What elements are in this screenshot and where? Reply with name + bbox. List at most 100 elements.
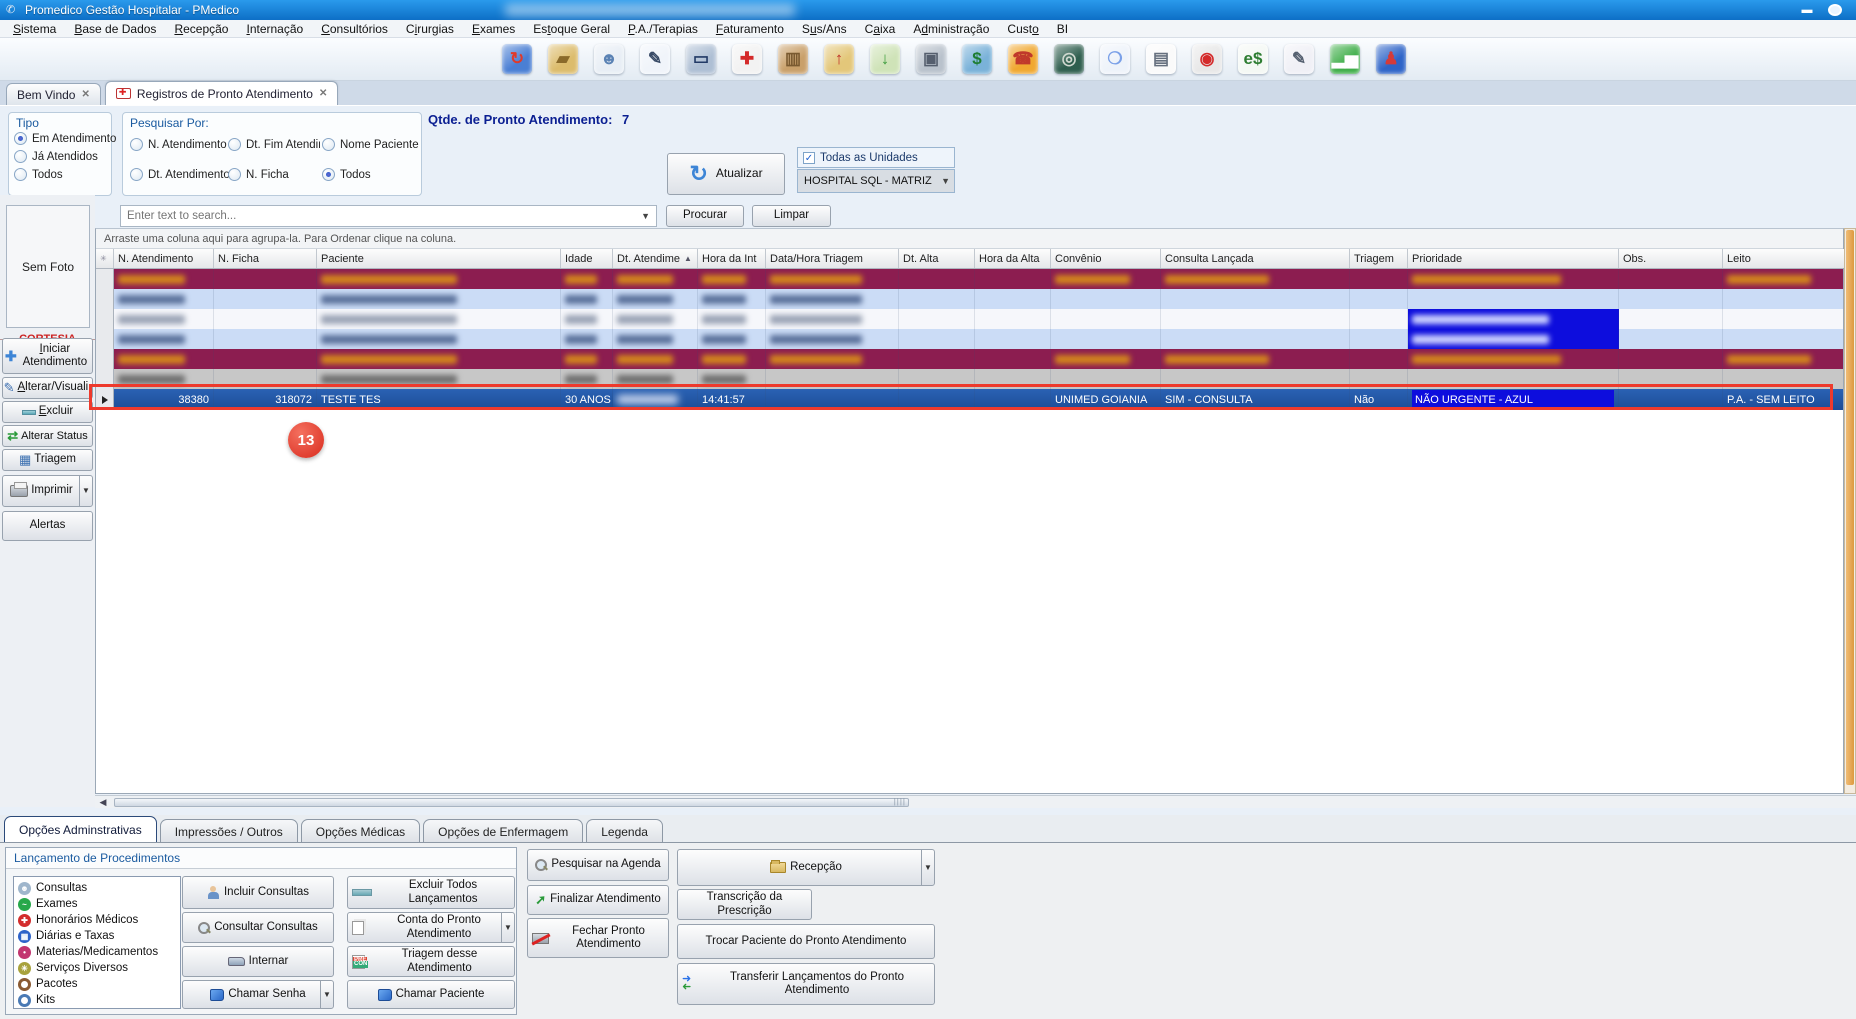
- todas-unidades-checkbox[interactable]: ✓ Todas as Unidades: [797, 147, 955, 168]
- alertas-button[interactable]: Alertas: [2, 511, 93, 541]
- pesquisar-agenda-button[interactable]: Pesquisar na Agenda: [527, 849, 669, 881]
- recepcao-dropdown-arrow[interactable]: ▼: [921, 850, 934, 885]
- horizontal-scrollbar[interactable]: ◀: [95, 795, 1856, 808]
- table-row-redacted[interactable]: [96, 269, 1843, 289]
- users-figure-icon[interactable]: ♟: [1376, 44, 1406, 74]
- menu-custo[interactable]: Custo: [998, 21, 1047, 37]
- column-header-triagem_dh[interactable]: Data/Hora Triagem: [766, 249, 899, 268]
- column-header-convenio[interactable]: Convênio: [1051, 249, 1161, 268]
- transferir-lancamentos-button[interactable]: Transferir Lançamentos do Pronto Atendim…: [677, 963, 935, 1005]
- limpar-button[interactable]: Limpar: [752, 205, 831, 227]
- window-control-button[interactable]: [1828, 4, 1842, 16]
- tab-legenda[interactable]: Legenda: [586, 819, 663, 843]
- tab-opcoes-enfermagem[interactable]: Opções de Enfermagem: [423, 819, 583, 843]
- report-icon[interactable]: ▤: [1146, 44, 1176, 74]
- incluir-consultas-button[interactable]: Incluir Consultas: [182, 876, 334, 909]
- trocar-paciente-button[interactable]: Trocar Paciente do Pronto Atendimento: [677, 924, 935, 959]
- stats-chart-icon[interactable]: ▂▅: [1330, 44, 1360, 74]
- doctor-icon[interactable]: ☻: [594, 44, 624, 74]
- radio-todos-tipo[interactable]: Todos: [14, 168, 63, 181]
- radio-todos-pesquisar[interactable]: Todos: [322, 168, 371, 181]
- chamar-senha-button[interactable]: Chamar Senha ▼: [182, 980, 334, 1009]
- procedure-kits[interactable]: Kits: [18, 992, 176, 1008]
- radio-em-atendimento[interactable]: Em Atendimento: [14, 132, 116, 145]
- e-invoice-icon[interactable]: e$: [1238, 44, 1268, 74]
- column-header-n_atendimento[interactable]: N. Atendimento: [114, 249, 214, 268]
- manual-cd-icon[interactable]: ◎: [1054, 44, 1084, 74]
- menu-bi[interactable]: BI: [1048, 21, 1077, 37]
- internar-button[interactable]: Internar: [182, 946, 334, 977]
- ambulance-icon[interactable]: ✚: [732, 44, 762, 74]
- menu-faturamento[interactable]: Faturamento: [707, 21, 793, 37]
- tab-close-icon[interactable]: ✕: [81, 89, 89, 100]
- menu-p-a-terapias[interactable]: P.A./Terapias: [619, 21, 707, 37]
- table-row-redacted[interactable]: [96, 329, 1843, 349]
- menu-consultorios[interactable]: Consultórios: [312, 21, 397, 37]
- menu-administracao[interactable]: Administração: [904, 21, 998, 37]
- column-header-paciente[interactable]: Paciente: [317, 249, 561, 268]
- chat-bubble-icon[interactable]: ❍: [1100, 44, 1130, 74]
- column-header-consulta_lancada[interactable]: Consulta Lançada: [1161, 249, 1350, 268]
- iniciar-atendimento-button[interactable]: ✚ Iniciar Atendimento: [2, 338, 93, 374]
- safe-icon[interactable]: ▣: [916, 44, 946, 74]
- alterar-status-button[interactable]: ⇄ Alterar Status: [2, 425, 93, 447]
- unit-select[interactable]: HOSPITAL SQL - MATRIZ ▼: [797, 169, 955, 193]
- procedure-honorarios-medicos[interactable]: ✚Honorários Médicos: [18, 912, 176, 928]
- shutdown-icon[interactable]: ◉: [1192, 44, 1222, 74]
- procedure-servicos-diversos[interactable]: ✳Serviços Diversos: [18, 960, 176, 976]
- procedure-pacotes[interactable]: Pacotes: [18, 976, 176, 992]
- tab-opcoes-administrativas[interactable]: Opções Adminstrativas: [4, 816, 157, 843]
- excluir-button[interactable]: Excluir: [2, 401, 93, 423]
- revenue-out-icon[interactable]: ↓: [870, 44, 900, 74]
- grid-corner-cell[interactable]: ✳: [96, 249, 114, 268]
- column-header-n_ficha[interactable]: N. Ficha: [214, 249, 317, 268]
- chamar-senha-dropdown-arrow[interactable]: ▼: [320, 981, 333, 1008]
- consultar-consultas-button[interactable]: Consultar Consultas: [182, 912, 334, 943]
- finalizar-atendimento-button[interactable]: ➚ Finalizar Atendimento: [527, 885, 669, 915]
- column-header-dt_atendime[interactable]: Dt. Atendime▲: [613, 249, 698, 268]
- radio-nome-paciente[interactable]: Nome Paciente: [322, 138, 419, 151]
- menu-base-de-dados[interactable]: Base de Dados: [65, 21, 165, 37]
- tab-opcoes-medicas[interactable]: Opções Médicas: [301, 819, 420, 843]
- imprimir-dropdown-arrow[interactable]: ▼: [79, 476, 92, 506]
- procedure-exames[interactable]: ~Exames: [18, 896, 176, 912]
- patient-folder-icon[interactable]: ▰: [548, 44, 578, 74]
- supplies-box-icon[interactable]: ▥: [778, 44, 808, 74]
- radio-dt-fim-atendimento[interactable]: Dt. Fim Atendime: [228, 138, 320, 151]
- column-header-hora_alta[interactable]: Hora da Alta: [975, 249, 1051, 268]
- menu-estoque-geral[interactable]: Estoque Geral: [524, 21, 619, 37]
- transcricao-prescricao-button[interactable]: Transcrição da Prescrição: [677, 889, 812, 920]
- phone-book-icon[interactable]: ☎: [1008, 44, 1038, 74]
- vertical-scrollbar[interactable]: [1844, 228, 1856, 794]
- menu-sistema[interactable]: Sistema: [4, 21, 65, 37]
- radio-n-atendimento[interactable]: N. Atendimento: [130, 138, 227, 151]
- column-header-dt_alta[interactable]: Dt. Alta: [899, 249, 975, 268]
- tab-impressoes-outros[interactable]: Impressões / Outros: [160, 819, 298, 843]
- revenue-in-icon[interactable]: ↑: [824, 44, 854, 74]
- documents-pen-icon[interactable]: ✎: [1284, 44, 1314, 74]
- scroll-left-arrow-icon[interactable]: ◀: [95, 797, 111, 808]
- column-header-idade[interactable]: Idade: [561, 249, 613, 268]
- menu-internacao[interactable]: Internação: [237, 21, 312, 37]
- column-header-prioridade[interactable]: Prioridade: [1408, 249, 1619, 268]
- menu-recepcao[interactable]: Recepção: [165, 21, 237, 37]
- radio-n-ficha[interactable]: N. Ficha: [228, 168, 289, 181]
- excluir-todos-lancamentos-button[interactable]: Excluir Todos Lançamentos: [347, 876, 515, 909]
- horizontal-scrollbar-thumb[interactable]: [114, 798, 909, 807]
- table-row-redacted[interactable]: [96, 309, 1843, 329]
- prescription-icon[interactable]: ✎: [640, 44, 670, 74]
- procedure-consultas[interactable]: ☻Consultas: [18, 880, 176, 896]
- atualizar-button[interactable]: ↻ Atualizar: [667, 153, 785, 195]
- tab-bem-vindo[interactable]: Bem Vindo ✕: [6, 83, 101, 105]
- triagem-button[interactable]: ▦ Triagem: [2, 449, 93, 471]
- conta-pronto-atendimento-button[interactable]: Conta do Pronto Atendimento ▼: [347, 912, 515, 943]
- window-minimize-button[interactable]: ▬: [1797, 4, 1817, 16]
- column-header-obs[interactable]: Obs.: [1619, 249, 1723, 268]
- menu-exames[interactable]: Exames: [463, 21, 524, 37]
- menu-caixa[interactable]: Caixa: [856, 21, 905, 37]
- search-combobox[interactable]: ▼: [120, 205, 657, 227]
- procedure-materias-medicamentos[interactable]: •Materias/Medicamentos: [18, 944, 176, 960]
- procedure-diarias-e-taxas[interactable]: ▦Diárias e Taxas: [18, 928, 176, 944]
- column-header-hora_int[interactable]: Hora da Int: [698, 249, 766, 268]
- menu-cirurgias[interactable]: Cirurgias: [397, 21, 463, 37]
